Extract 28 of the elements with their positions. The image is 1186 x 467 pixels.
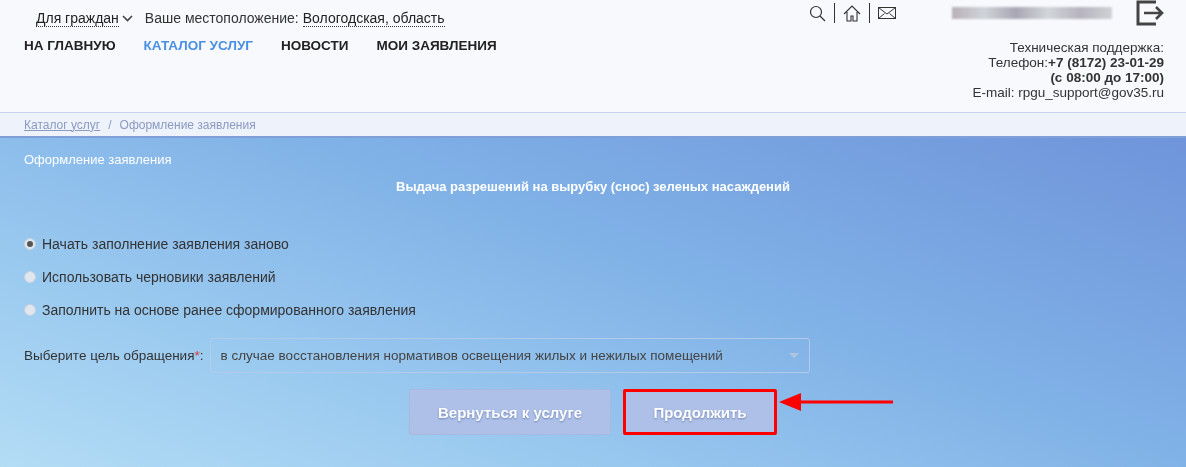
option-label: Начать заполнение заявления заново [42, 236, 289, 252]
radio-button[interactable] [24, 304, 36, 316]
caret-icon [788, 353, 799, 358]
location-label: Ваше местоположение: [144, 9, 299, 27]
support-title: Техническая поддержка: [1008, 40, 1164, 55]
breadcrumb-current: Оформление заявления [119, 117, 256, 132]
service-title: Выдача разрешений на вырубку (снос) зеленых насаждений [395, 179, 791, 194]
audience-link[interactable]: Для граждан [36, 9, 119, 27]
option-label: Использовать черновики заявлений [42, 269, 276, 285]
support-hours: (с 08:00 до 17:00) [1049, 70, 1164, 85]
support-email: E-mail: rpgu_support@gov35.ru [972, 85, 1164, 100]
home-icon[interactable] [843, 4, 861, 22]
mail-icon[interactable] [878, 7, 896, 19]
purpose-select[interactable]: в случае восстановления нормативов освещения жилых и нежилых помещений [209, 338, 810, 373]
option-label: Заполнить на основе ранее сформированного заявления [42, 302, 416, 318]
nav-link[interactable]: НА ГЛАВНУЮ [24, 38, 116, 53]
breadcrumb-separator: / [108, 117, 112, 132]
page-title: Оформление заявления [24, 152, 173, 167]
purpose-label: Выберите цель обращения*: [24, 348, 204, 363]
logout-icon[interactable] [1136, 0, 1164, 26]
radio-button[interactable] [24, 238, 36, 250]
radio-button[interactable] [24, 271, 36, 283]
nav-link[interactable]: НОВОСТИ [280, 38, 349, 53]
support-phone: Телефон:+7 (8172) 23-01-29 [987, 55, 1164, 70]
location-link[interactable]: Вологодская, область [302, 9, 445, 27]
chevron-down-icon[interactable] [121, 14, 133, 22]
search-icon[interactable] [809, 4, 826, 22]
nav-link[interactable]: МОИ ЗАЯВЛЕНИЯ [376, 38, 497, 53]
